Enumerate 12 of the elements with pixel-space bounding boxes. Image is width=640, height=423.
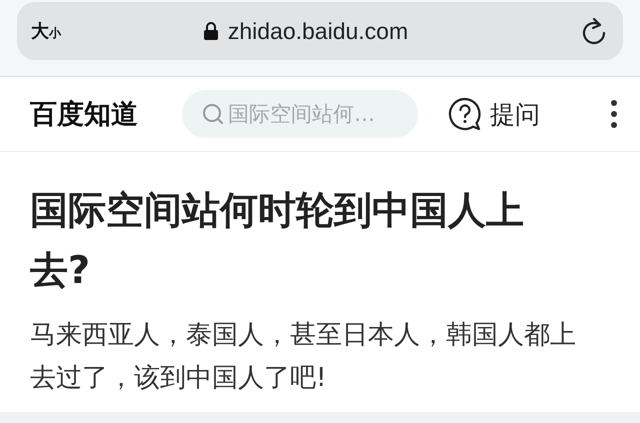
- question-text: 马来西亚人，泰国人，甚至日本人，韩国人都上去过了，该到中国人了吧!: [30, 319, 577, 395]
- url-text[interactable]: zhidao.baidu.com: [228, 18, 408, 44]
- lock-icon: [204, 22, 218, 40]
- search-field[interactable]: 国际空间站何…: [182, 90, 418, 138]
- text-size-button[interactable]: 大小: [31, 19, 61, 43]
- question-title: 国际空间站何时轮到中国人上去?: [30, 187, 525, 294]
- question-bubble-icon: [448, 97, 482, 131]
- more-icon[interactable]: [610, 99, 618, 129]
- address-bar[interactable]: 大小 zhidao.baidu.com: [17, 2, 623, 60]
- reload-icon[interactable]: [581, 17, 607, 45]
- site-logo[interactable]: 百度知道: [30, 96, 182, 132]
- ask-question-button[interactable]: 提问: [448, 97, 540, 131]
